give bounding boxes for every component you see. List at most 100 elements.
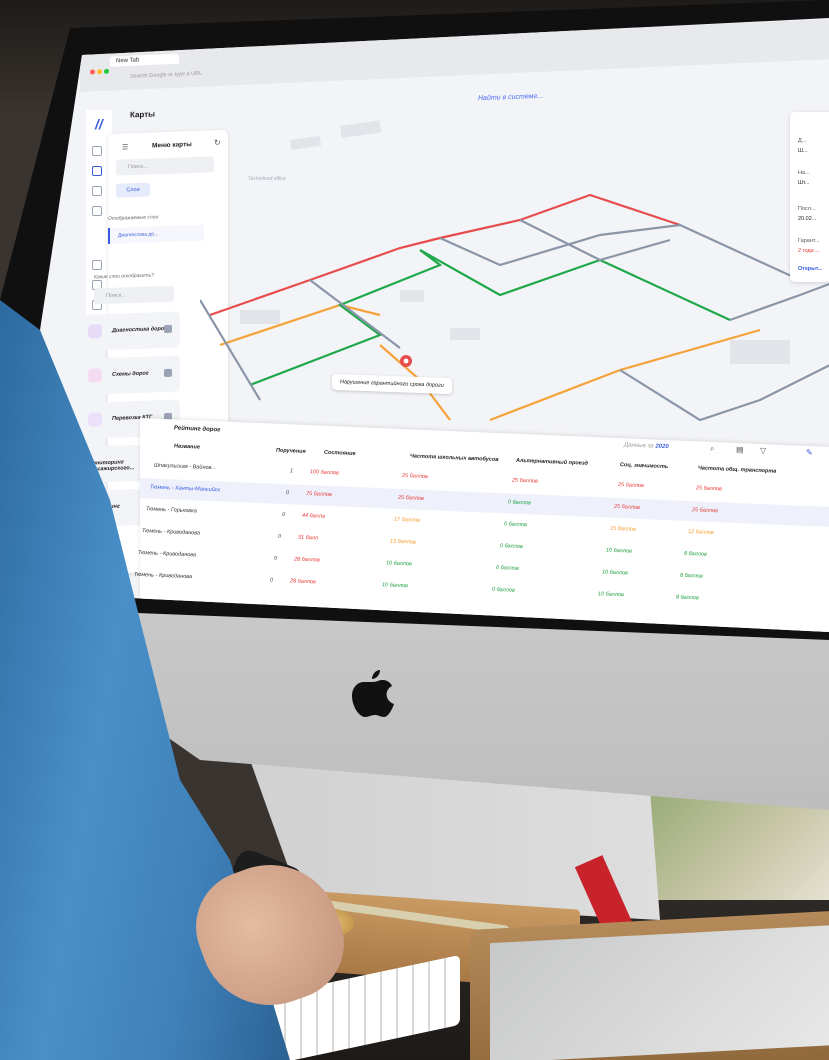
search-icon[interactable]: ⌕: [710, 444, 714, 454]
cell-alt: 25 баллов: [512, 477, 538, 485]
filter-icon[interactable]: ▽: [760, 446, 766, 455]
app-logo-icon[interactable]: //: [95, 116, 103, 132]
cell-orders: 0: [282, 511, 286, 519]
road-red[interactable]: [439, 193, 681, 240]
active-layer-item[interactable]: Диагностика до...: [108, 224, 204, 244]
cell-state: 100 баллов: [310, 469, 339, 477]
tablet-screen: [490, 924, 829, 1060]
layers-button[interactable]: Слои: [116, 182, 150, 198]
road-red[interactable]: [209, 236, 441, 317]
cell-orders: 0: [274, 555, 278, 562]
cell-social: 10 баллов: [598, 591, 624, 599]
download-icon[interactable]: [92, 260, 102, 270]
road-gray[interactable]: [309, 279, 401, 349]
road-gray[interactable]: [439, 223, 801, 281]
open-link[interactable]: Открыт...: [798, 266, 823, 272]
cell-alt: 0 баллов: [500, 543, 523, 551]
year-value[interactable]: 2020: [655, 444, 668, 451]
road-green[interactable]: [249, 249, 731, 387]
screen: New Tab Search Google or type a URL Найт…: [40, 18, 829, 632]
info-row: Д...: [798, 138, 807, 144]
displayed-layers-label: Отображаемые слои: [108, 214, 159, 222]
warning-triangle-icon: [88, 324, 102, 339]
cell-transport: 25 баллов: [692, 507, 718, 515]
add-icon[interactable]: [164, 324, 172, 334]
menu-icon[interactable]: ☰: [122, 143, 128, 151]
route-icon: [88, 368, 102, 383]
layer-tile-road-schemes[interactable]: Схемы дорог: [78, 355, 180, 396]
road-orange[interactable]: [489, 328, 761, 422]
road-map[interactable]: Technimed office: [200, 100, 829, 440]
cell-social: 10 баллов: [602, 569, 628, 577]
map-pin-icon[interactable]: [92, 166, 102, 176]
road-gray[interactable]: [619, 359, 829, 422]
cell-alt: 0 баллов: [492, 586, 515, 594]
cell-social: 10 баллов: [606, 547, 632, 555]
cell-transport: 8 баллов: [680, 572, 703, 580]
info-row: Ш...: [798, 148, 808, 154]
cell-orders: 0: [278, 533, 282, 540]
add-icon[interactable]: [164, 368, 172, 378]
road-network[interactable]: [200, 193, 829, 422]
cell-orders: 1: [290, 468, 294, 475]
cell-state: 28 баллов: [290, 578, 316, 586]
cell-school: 10 баллов: [386, 560, 412, 568]
col-social[interactable]: Соц. значимость: [620, 462, 668, 470]
map-marker-dot: [403, 358, 409, 364]
rating-year[interactable]: Данные за 2020: [624, 442, 669, 450]
tile-label: Схемы дорог: [112, 370, 149, 378]
folder-icon[interactable]: [92, 186, 102, 196]
apple-logo-icon: [352, 670, 394, 717]
cell-transport: 8 баллов: [676, 594, 699, 602]
cell-name: Тюмень - Криводанова: [142, 528, 201, 537]
cell-state: 31 балл: [298, 534, 318, 542]
cell-name: Шпакульская - Вайнов...: [154, 462, 216, 472]
cell-alt: 0 баллов: [504, 521, 527, 529]
info-row: Посл...: [798, 206, 816, 212]
col-state[interactable]: Состояние: [324, 450, 356, 457]
cell-social: 15 баллов: [610, 525, 636, 533]
col-public-transport[interactable]: Частота общ. транспорта: [698, 465, 776, 474]
year-label: Данные за: [624, 442, 654, 450]
col-school-buses[interactable]: Частота школьных автобусов: [410, 453, 499, 463]
col-orders[interactable]: Поручения: [276, 448, 306, 455]
browser-tab[interactable]: New Tab: [110, 53, 180, 67]
edit-icon[interactable]: ✎: [806, 448, 813, 457]
cell-state: 28 баллов: [294, 556, 320, 564]
close-dot-icon[interactable]: [90, 69, 95, 75]
document-icon[interactable]: [92, 206, 102, 216]
maximize-dot-icon[interactable]: [104, 68, 109, 74]
export-icon[interactable]: ▤: [736, 445, 744, 454]
cell-transport: 25 баллов: [696, 485, 722, 493]
cell-name: Тюмень - Криводанова: [134, 571, 193, 581]
road-gray[interactable]: [729, 278, 829, 322]
col-name[interactable]: Название: [174, 443, 200, 450]
minimize-dot-icon[interactable]: [97, 69, 102, 75]
cell-alt: 0 баллов: [496, 564, 519, 572]
cell-school: 25 баллов: [398, 494, 424, 502]
cell-school: 10 баллов: [382, 582, 408, 590]
cell-name: Тюмень - Криводанова: [138, 549, 197, 559]
home-icon[interactable]: [92, 146, 102, 156]
cell-orders: 0: [270, 577, 274, 584]
map-area-label: Technimed office: [248, 176, 286, 182]
cell-alt: 0 баллов: [508, 499, 531, 507]
cell-state: 44 балла: [302, 512, 325, 520]
info-row: Шт...: [798, 180, 810, 186]
cell-social: 25 баллов: [618, 482, 644, 490]
layer-tile-road-diagnostics[interactable]: Диагностика дорог: [78, 311, 180, 352]
page-title: Карты: [130, 109, 155, 120]
url-bar[interactable]: Search Google or type a URL: [130, 71, 202, 80]
truck-icon: [88, 412, 102, 427]
info-row: На...: [798, 170, 810, 176]
info-row: 20.02...: [798, 216, 817, 222]
road-gray[interactable]: [519, 219, 671, 262]
col-alt-route[interactable]: Альтернативный проезд: [516, 458, 588, 467]
which-layers-label: Какие слои отобразить?: [94, 272, 154, 281]
cell-name: Тюмень - Горьковка: [146, 506, 197, 515]
map-menu-title: Меню карты: [152, 141, 192, 150]
cell-name: Тюмень - Ханты-Мансийск: [150, 484, 221, 494]
photo-scene: New Tab Search Google or type a URL Найт…: [0, 0, 829, 1060]
window-controls[interactable]: [90, 61, 111, 80]
layers-search2-input[interactable]: Поиск...: [94, 285, 174, 305]
